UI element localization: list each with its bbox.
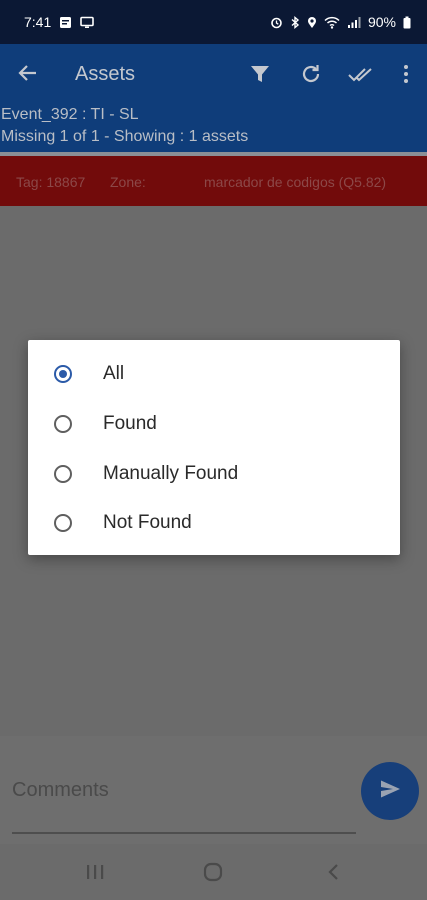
battery-icon (403, 16, 411, 29)
home-icon[interactable] (201, 860, 225, 889)
filter-option-label: All (103, 363, 125, 384)
bluetooth-icon (290, 15, 300, 29)
filter-option-all[interactable]: All (28, 349, 400, 399)
asset-zone: Zone: (110, 174, 146, 190)
filter-option-label: Not Found (103, 512, 192, 533)
comments-underline (12, 832, 356, 834)
location-icon (307, 16, 317, 29)
page-title: Assets (75, 63, 136, 85)
radio-unchecked[interactable] (54, 465, 72, 483)
event-info: Event_392 : TI - SL Missing 1 of 1 - Sho… (0, 104, 427, 152)
filter-option-not-found[interactable]: Not Found (28, 498, 400, 548)
wifi-icon (324, 16, 340, 29)
filter-option-found[interactable]: Found (28, 399, 400, 449)
refresh-icon[interactable] (299, 62, 323, 91)
back-nav-icon[interactable] (322, 860, 346, 889)
asset-description: marcador de codigos (Q5.82) (204, 174, 387, 190)
radio-unchecked[interactable] (54, 415, 72, 433)
battery-percent: 90% (367, 14, 396, 30)
filter-dialog: All Found Manually Found Not Found (28, 340, 400, 555)
filter-option-label: Manually Found (103, 463, 239, 484)
status-bar: 7:41 90% (0, 0, 427, 44)
filter-option-manually-found[interactable]: Manually Found (28, 449, 400, 499)
signal-icon (347, 16, 361, 29)
message-icon (59, 16, 72, 29)
event-summary: Missing 1 of 1 - Showing : 1 assets (1, 128, 249, 145)
asset-row: Tag: 18867 Zone: marcador de codigos (Q5… (0, 156, 427, 206)
alarm-icon (270, 16, 283, 29)
radio-unchecked[interactable] (54, 514, 72, 532)
status-time: 7:41 (24, 14, 52, 30)
send-button[interactable] (361, 762, 419, 820)
asset-tag: Tag: 18867 (16, 174, 86, 190)
filter-option-label: Found (103, 413, 157, 434)
more-vert-icon[interactable] (394, 62, 418, 91)
done-all-icon[interactable] (347, 62, 373, 91)
radio-checked[interactable] (54, 365, 72, 383)
filter-icon[interactable] (248, 62, 272, 91)
event-name: Event_392 : TI - SL (1, 106, 139, 123)
comments-input[interactable]: Comments (12, 779, 109, 802)
recent-apps-icon[interactable] (84, 860, 106, 889)
back-arrow-icon[interactable] (16, 61, 40, 90)
system-nav-bar (0, 844, 427, 900)
app-bar: Assets (0, 44, 427, 104)
send-icon (378, 777, 402, 806)
screen-cast-icon (80, 16, 95, 29)
